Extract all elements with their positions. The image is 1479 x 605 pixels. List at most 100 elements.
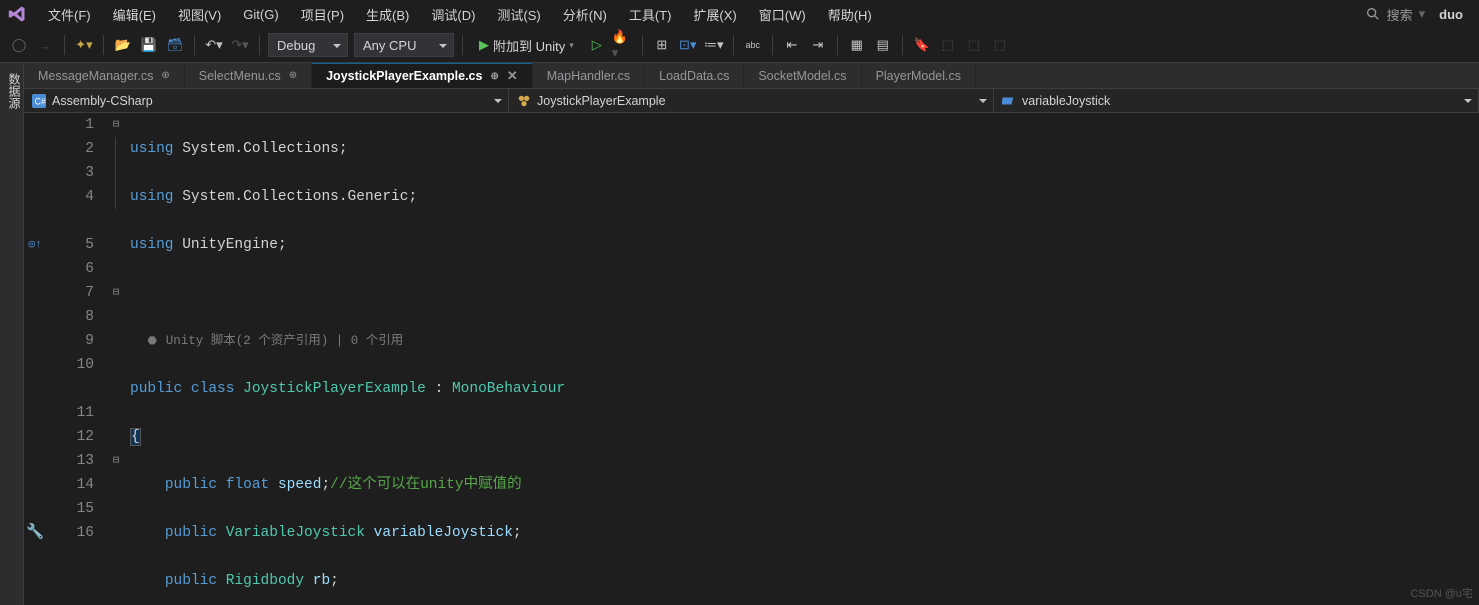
menu-item[interactable]: 测试(S) bbox=[487, 1, 550, 28]
doc-tabs: MessageManager.cs⊕SelectMenu.cs⊕Joystick… bbox=[24, 63, 1479, 89]
save-button[interactable]: 💾 bbox=[138, 34, 160, 56]
username-label[interactable]: duo bbox=[1439, 7, 1463, 22]
line-number: 1 bbox=[46, 113, 94, 137]
fold-toggle[interactable]: ⊟ bbox=[106, 449, 126, 473]
toolbar: ◯ → ✦▾ 📂 💾 🗃 ↶▾ ↷▾ Debug Any CPU ▶ 附加到 U… bbox=[0, 28, 1479, 63]
open-file-button[interactable]: 📂 bbox=[112, 34, 134, 56]
line-number bbox=[46, 377, 94, 401]
line-number: 5 bbox=[46, 233, 94, 257]
vs-logo-icon bbox=[8, 5, 26, 23]
tab-label: SocketModel.cs bbox=[758, 69, 846, 83]
line-number: 3 bbox=[46, 161, 94, 185]
line-number bbox=[46, 209, 94, 233]
menu-item[interactable]: 文件(F) bbox=[38, 1, 101, 28]
nav-class[interactable]: JoystickPlayerExample bbox=[509, 89, 994, 112]
line-numbers: 12345678910111213141516 bbox=[46, 113, 106, 605]
pin-icon[interactable]: ⊕ bbox=[161, 70, 169, 81]
menu-item[interactable]: 编辑(E) bbox=[103, 1, 166, 28]
tab-label: MessageManager.cs bbox=[38, 69, 153, 83]
outdent-button[interactable]: ⇤ bbox=[781, 34, 803, 56]
start-without-debug-button[interactable]: ▷ bbox=[586, 34, 608, 56]
doc-tab[interactable]: LoadData.cs bbox=[645, 63, 744, 88]
pin-icon[interactable]: ⊕ bbox=[490, 71, 498, 82]
uncomment-button[interactable]: ▤ bbox=[872, 34, 894, 56]
doc-tab[interactable]: MapHandler.cs bbox=[533, 63, 645, 88]
line-number: 7 bbox=[46, 281, 94, 305]
comment-button[interactable]: ▦ bbox=[846, 34, 868, 56]
menu-item[interactable]: 视图(V) bbox=[168, 1, 231, 28]
config-combo[interactable]: Debug bbox=[268, 33, 348, 57]
tb-icon-9[interactable]: ⬚ bbox=[963, 34, 985, 56]
bookmark-button[interactable]: 🔖 bbox=[911, 34, 933, 56]
menubar: 文件(F)编辑(E)视图(V)Git(G)项目(P)生成(B)调试(D)测试(S… bbox=[0, 0, 1479, 28]
line-number: 4 bbox=[46, 185, 94, 209]
editor-area: MessageManager.cs⊕SelectMenu.cs⊕Joystick… bbox=[24, 63, 1479, 605]
platform-combo[interactable]: Any CPU bbox=[354, 33, 454, 57]
tab-label: JoystickPlayerExample.cs bbox=[326, 69, 482, 83]
redo-button: ↷▾ bbox=[229, 34, 251, 56]
tb-icon-2[interactable]: ⊡▾ bbox=[677, 34, 699, 56]
menu-item[interactable]: 生成(B) bbox=[356, 1, 419, 28]
line-number: 15 bbox=[46, 497, 94, 521]
menu-item[interactable]: 项目(P) bbox=[291, 1, 354, 28]
new-item-button[interactable]: ✦▾ bbox=[73, 34, 95, 56]
fold-toggle[interactable]: ⊟ bbox=[106, 281, 126, 305]
unity-hint-icon: ⬣ bbox=[147, 336, 157, 348]
code-text[interactable]: using System.Collections; using System.C… bbox=[126, 113, 1479, 605]
save-all-button[interactable]: 🗃 bbox=[164, 34, 186, 56]
tb-icon-1[interactable]: ⊞ bbox=[651, 34, 673, 56]
line-number: 10 bbox=[46, 353, 94, 377]
line-number: 12 bbox=[46, 425, 94, 449]
content-area: 数据源 MessageManager.cs⊕SelectMenu.cs⊕Joys… bbox=[0, 63, 1479, 605]
search-placeholder: 搜索 bbox=[1387, 5, 1413, 24]
search-icon bbox=[1365, 6, 1381, 22]
menu-item[interactable]: 工具(T) bbox=[619, 1, 682, 28]
doc-tab[interactable]: SelectMenu.cs⊕ bbox=[185, 63, 312, 88]
doc-tab[interactable]: MessageManager.cs ⊕ bbox=[24, 63, 185, 88]
play-icon: ▶ bbox=[479, 37, 489, 53]
tab-label: LoadData.cs bbox=[659, 69, 729, 83]
nav-project[interactable]: C# Assembly-CSharp bbox=[24, 89, 509, 112]
interface-glyph-icon: ◎↑ bbox=[24, 233, 46, 257]
nav-fwd-button: → bbox=[34, 34, 56, 56]
wrench-glyph-icon: 🔧 bbox=[24, 521, 46, 545]
tb-icon-10[interactable]: ⬚ bbox=[989, 34, 1011, 56]
indent-button[interactable]: ⇥ bbox=[807, 34, 829, 56]
menu-item[interactable]: 分析(N) bbox=[553, 1, 617, 28]
start-debug-label: 附加到 Unity bbox=[493, 36, 565, 55]
undo-button[interactable]: ↶▾ bbox=[203, 34, 225, 56]
tb-abc-icon[interactable]: abc bbox=[742, 34, 764, 56]
start-debug-button[interactable]: ▶ 附加到 Unity ▾ bbox=[471, 33, 582, 57]
line-number: 6 bbox=[46, 257, 94, 281]
fold-margin: ⊟ ⊟ ⊟ bbox=[106, 113, 126, 605]
tb-icon-3[interactable]: ≔▾ bbox=[703, 34, 725, 56]
menu-item[interactable]: 帮助(H) bbox=[818, 1, 882, 28]
doc-tab[interactable]: SocketModel.cs bbox=[744, 63, 861, 88]
class-icon bbox=[517, 94, 531, 108]
csharp-project-icon: C# bbox=[32, 94, 46, 108]
nav-back-button[interactable]: ◯ bbox=[8, 34, 30, 56]
line-number: 2 bbox=[46, 137, 94, 161]
menu-item[interactable]: 窗口(W) bbox=[749, 1, 816, 28]
pin-icon[interactable]: ⊕ bbox=[289, 70, 297, 81]
doc-tab[interactable]: PlayerModel.cs bbox=[862, 63, 976, 88]
fold-toggle[interactable]: ⊟ bbox=[106, 113, 126, 137]
tab-label: PlayerModel.cs bbox=[876, 69, 961, 83]
menu-item[interactable]: 调试(D) bbox=[421, 1, 485, 28]
menu-item[interactable]: Git(G) bbox=[233, 3, 288, 26]
menu-item[interactable]: 扩展(X) bbox=[683, 1, 746, 28]
nav-member[interactable]: variableJoystick bbox=[994, 89, 1479, 112]
watermark: CSDN @u宅 bbox=[1410, 585, 1473, 601]
line-number: 13 bbox=[46, 449, 94, 473]
tb-icon-8[interactable]: ⬚ bbox=[937, 34, 959, 56]
close-icon[interactable]: ✕ bbox=[507, 68, 518, 84]
line-number: 14 bbox=[46, 473, 94, 497]
left-tool-tab[interactable]: 数据源 bbox=[0, 63, 24, 605]
line-number: 16 bbox=[46, 521, 94, 545]
search-box[interactable]: 搜索 ▾ bbox=[1365, 5, 1426, 24]
glyph-margin: ◎↑ 🔧 bbox=[24, 113, 46, 605]
doc-tab[interactable]: JoystickPlayerExample.cs ⊕ ✕ bbox=[312, 63, 533, 88]
codelens-hint[interactable]: Unity 脚本(2 个资产引用) | 0 个引用 bbox=[166, 334, 404, 348]
code-editor[interactable]: ◎↑ 🔧 12345678910111213141516 ⊟ ⊟ ⊟ using… bbox=[24, 113, 1479, 605]
line-number: 8 bbox=[46, 305, 94, 329]
